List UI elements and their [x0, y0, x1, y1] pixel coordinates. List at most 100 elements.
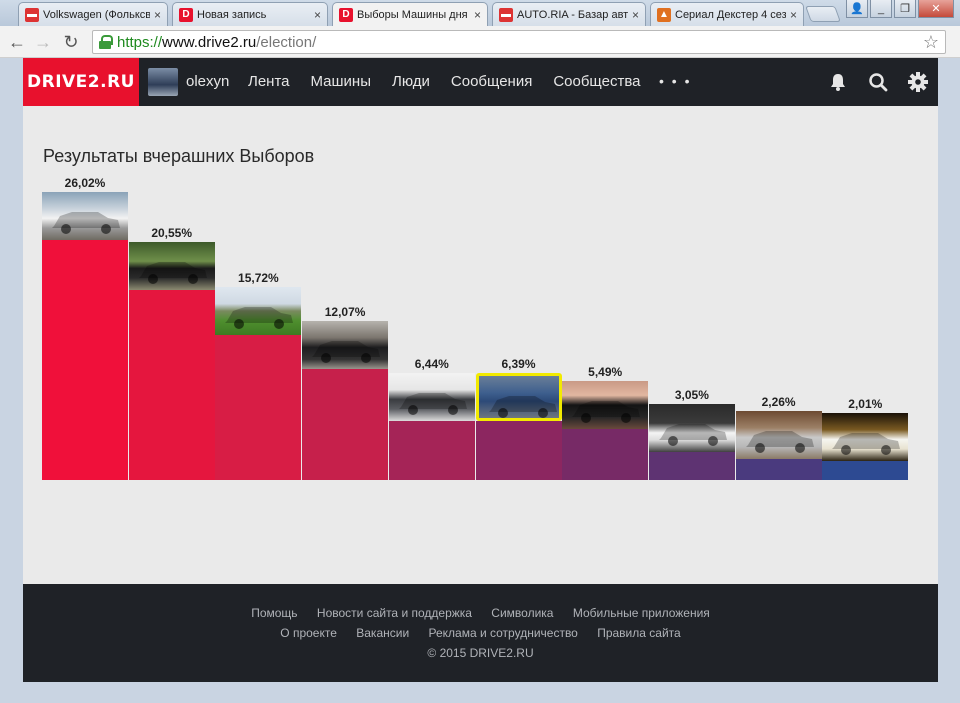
tab-close-icon[interactable]: × [474, 8, 481, 22]
result-column[interactable]: 2,01% [822, 397, 909, 480]
browser-tab-new-post[interactable]: D Новая запись × [172, 2, 328, 26]
result-bar[interactable] [562, 429, 649, 480]
result-percent-label: 3,05% [674, 388, 709, 402]
car-photo[interactable] [562, 381, 649, 429]
footer-links-row-1: Помощь Новости сайта и поддержка Символи… [23, 606, 938, 620]
browser-tab-volkswagen[interactable]: ▬ Volkswagen (Фольксва × [18, 2, 168, 26]
car-favicon-icon: ▬ [499, 7, 513, 22]
result-percent-label: 6,44% [414, 357, 449, 371]
footer-link-rules[interactable]: Правила сайта [597, 626, 680, 640]
footer-links-row-2: О проекте Вакансии Реклама и сотрудничес… [23, 626, 938, 640]
result-bar[interactable] [128, 290, 215, 480]
more-menu-button[interactable]: • • • [659, 73, 691, 89]
tab-title: Volkswagen (Фольксва [43, 8, 150, 21]
footer-link-advertising[interactable]: Реклама и сотрудничество [429, 626, 578, 640]
reload-icon[interactable]: ↻ [60, 31, 82, 53]
tab-close-icon[interactable]: × [790, 8, 797, 22]
nav-item-messages[interactable]: Сообщения [451, 73, 532, 90]
tab-close-icon[interactable]: × [632, 8, 639, 22]
result-percent-label: 26,02% [64, 176, 106, 190]
result-column[interactable]: 12,07% [302, 305, 389, 480]
car-photo[interactable] [128, 242, 215, 290]
drive2-favicon-icon: D [179, 7, 193, 22]
username-link[interactable]: olexyn [186, 73, 229, 90]
result-percent-label: 20,55% [151, 226, 193, 240]
result-column[interactable]: 15,72% [215, 271, 302, 480]
back-arrow-icon[interactable]: ← [6, 31, 28, 53]
maximize-icon[interactable]: ❐ [894, 0, 916, 18]
user-icon[interactable]: 👤 [846, 0, 868, 18]
result-bar[interactable] [42, 240, 128, 480]
result-column[interactable]: 5,49% [562, 365, 649, 480]
result-column[interactable]: 20,55% [128, 226, 215, 480]
car-photo[interactable] [215, 287, 302, 335]
tab-close-icon[interactable]: × [154, 8, 161, 22]
url-path: /election/ [256, 33, 317, 51]
search-icon[interactable] [867, 71, 889, 93]
tab-title: Новая запись [197, 8, 267, 21]
result-percent-label: 12,07% [324, 305, 366, 319]
tab-title: AUTO.RIA - Базар авт [517, 8, 628, 21]
result-percent-label: 2,01% [848, 397, 883, 411]
result-column[interactable]: 3,05% [648, 388, 735, 480]
result-column[interactable]: 6,44% [388, 357, 475, 480]
car-photo[interactable] [735, 411, 822, 459]
result-percent-label: 2,26% [761, 395, 796, 409]
browser-tab-strip: ▬ Volkswagen (Фольксва × D Новая запись … [0, 0, 960, 26]
footer-link-help[interactable]: Помощь [251, 606, 297, 620]
url-scheme: https:// [117, 33, 163, 51]
result-column[interactable]: 6,39% [475, 357, 562, 480]
site-header: DRIVE2.RU olexyn Лента Машины Люди Сообщ… [23, 58, 938, 106]
result-bar[interactable] [302, 369, 389, 480]
site-logo[interactable]: DRIVE2.RU [23, 58, 139, 106]
lock-icon [99, 35, 113, 49]
nav-item-people[interactable]: Люди [392, 73, 430, 90]
tab-close-icon[interactable]: × [314, 8, 321, 22]
gear-icon[interactable] [907, 71, 929, 93]
browser-tab-election[interactable]: D Выборы Машины дня × [332, 2, 488, 26]
car-photo[interactable] [42, 192, 128, 240]
footer-link-news[interactable]: Новости сайта и поддержка [317, 606, 472, 620]
avatar[interactable] [148, 68, 178, 96]
result-bar[interactable] [388, 421, 475, 480]
result-bar[interactable] [475, 421, 562, 480]
bookmark-star-icon[interactable]: ☆ [923, 32, 939, 53]
car-photo[interactable] [822, 413, 909, 461]
result-bar[interactable] [822, 461, 909, 480]
flame-favicon-icon: ▲ [657, 7, 671, 22]
result-bar[interactable] [648, 452, 735, 480]
result-percent-label: 6,39% [501, 357, 536, 371]
drive2-favicon-icon: D [339, 7, 353, 22]
result-bar[interactable] [735, 459, 822, 480]
nav-item-feed[interactable]: Лента [248, 73, 290, 90]
footer-link-jobs[interactable]: Вакансии [356, 626, 409, 640]
main-nav: Лента Машины Люди Сообщения Сообщества [248, 73, 661, 90]
result-column[interactable]: 2,26% [735, 395, 822, 480]
footer-link-symbols[interactable]: Символика [491, 606, 553, 620]
result-bar[interactable] [215, 335, 302, 480]
car-photo[interactable] [648, 404, 735, 452]
window-close-icon[interactable]: ✕ [918, 0, 954, 18]
browser-tab-dexter[interactable]: ▲ Сериал Декстер 4 сез × [650, 2, 804, 26]
footer-link-about[interactable]: О проекте [280, 626, 337, 640]
nav-item-communities[interactable]: Сообщества [553, 73, 640, 90]
page-content: DRIVE2.RU olexyn Лента Машины Люди Сообщ… [23, 58, 938, 682]
car-photo[interactable] [388, 373, 475, 421]
tab-title: Выборы Машины дня [357, 8, 468, 21]
bell-icon[interactable] [827, 71, 849, 93]
browser-toolbar: ← → ↻ https://www.drive2.ru/election/ ☆ [0, 26, 960, 58]
window-controls: 👤 _ ❐ ✕ [846, 0, 954, 18]
url-host: www.drive2.ru [162, 33, 257, 51]
footer-link-mobile-apps[interactable]: Мобильные приложения [573, 606, 710, 620]
copyright: © 2015 DRIVE2.RU [427, 646, 534, 660]
forward-arrow-icon[interactable]: → [32, 31, 54, 53]
site-footer: Помощь Новости сайта и поддержка Символи… [23, 584, 938, 682]
car-photo[interactable] [302, 321, 389, 369]
nav-item-cars[interactable]: Машины [311, 73, 371, 90]
minimize-icon[interactable]: _ [870, 0, 892, 18]
result-column[interactable]: 26,02% [42, 176, 128, 480]
new-tab-button[interactable] [805, 6, 841, 22]
car-photo[interactable] [475, 373, 562, 421]
browser-tab-autoria[interactable]: ▬ AUTO.RIA - Базар авт × [492, 2, 646, 26]
address-bar[interactable]: https://www.drive2.ru/election/ ☆ [92, 30, 946, 54]
